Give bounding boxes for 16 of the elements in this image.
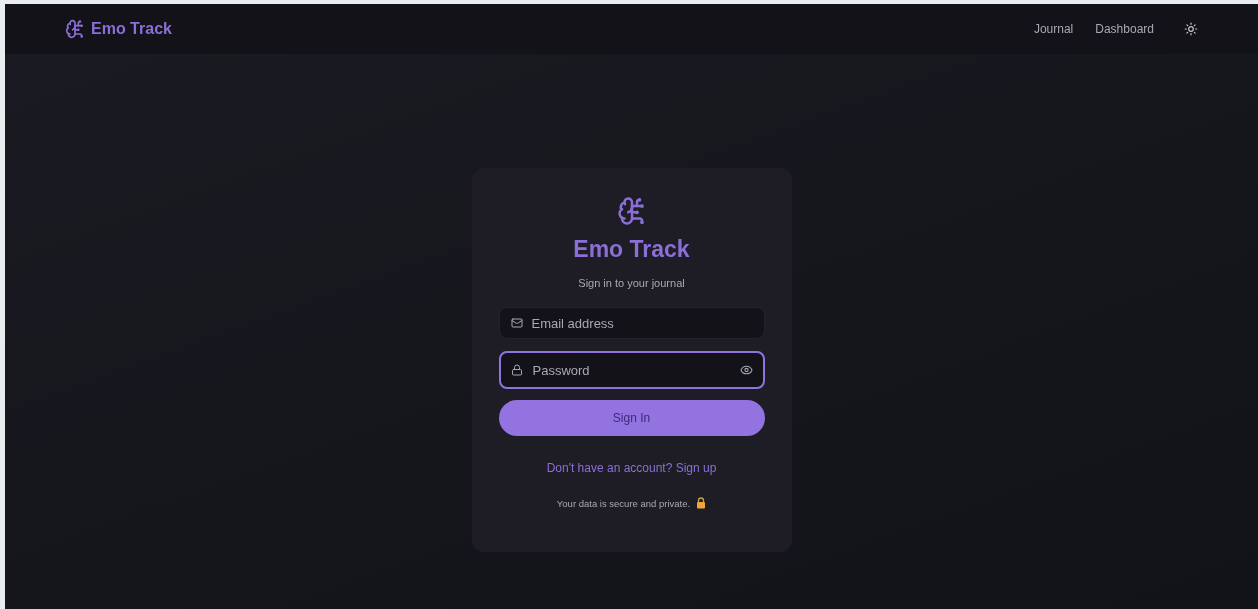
nav-link[interactable]: Journal	[1033, 22, 1074, 36]
app-title: Emo Track	[573, 236, 690, 263]
theme-toggle-icon[interactable]	[1184, 22, 1198, 36]
brain-icon	[616, 196, 647, 226]
show-password-icon[interactable]	[739, 363, 753, 377]
padlock-icon	[696, 497, 707, 509]
lock-icon	[510, 364, 523, 376]
brand-name: Emo Track	[91, 20, 172, 38]
subtitle: Sign in to your journal	[578, 277, 685, 289]
mail-icon	[510, 317, 523, 329]
nav-link[interactable]: Dashboard	[1095, 22, 1154, 36]
email-field[interactable]: Email address	[498, 307, 765, 339]
sign-up-link[interactable]: Don't have an account? Sign up	[546, 461, 717, 475]
privacy-note: Your data is secure and private.	[556, 497, 691, 509]
brain-icon	[65, 19, 85, 39]
password-field[interactable]: Password	[498, 351, 765, 389]
